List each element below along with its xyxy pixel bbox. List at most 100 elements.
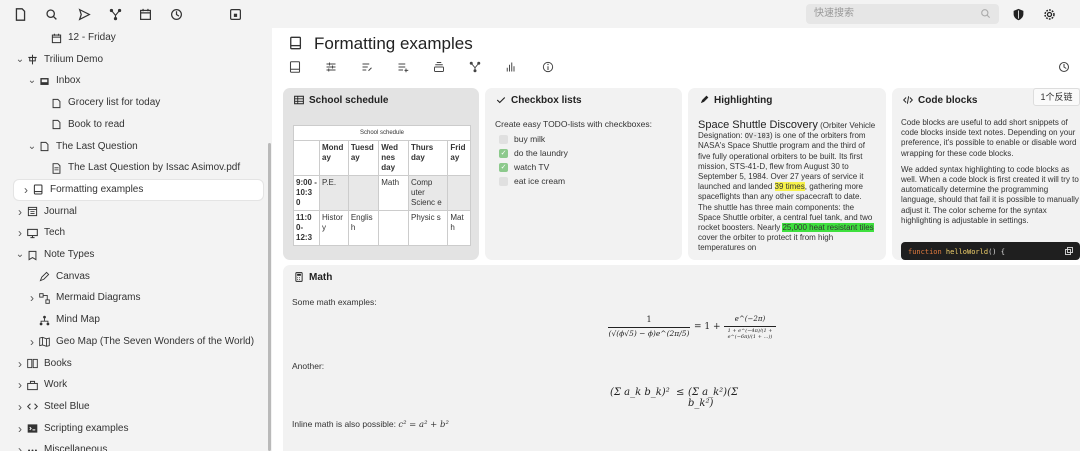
sidebar-item[interactable]: › Miscellaneous: [14, 440, 107, 451]
table-caption: School schedule: [293, 125, 471, 140]
formula-numerator: 1: [646, 315, 652, 324]
sidebar-item[interactable]: ⌄ Trilium Demo: [14, 50, 103, 70]
chevron-right-icon[interactable]: ›: [14, 397, 26, 417]
pen-icon: [38, 271, 50, 283]
code-blocks-card[interactable]: Code blocks Code blocks are useful to ad…: [892, 88, 1080, 260]
promoted-icon[interactable]: [396, 60, 410, 74]
todo-label: watch TV: [514, 162, 550, 172]
sidebar-item[interactable]: › Steel Blue: [14, 397, 90, 417]
sidebar-item[interactable]: ⌄ Note Types: [14, 245, 95, 265]
checkbox-unchecked[interactable]: [499, 134, 508, 144]
code-icon: [26, 401, 38, 413]
note-info-icon[interactable]: [288, 60, 302, 74]
search-input[interactable]: 快速搜索: [806, 4, 999, 24]
sidebar-item[interactable]: Canvas: [26, 267, 90, 287]
calendar-icon[interactable]: [137, 6, 153, 22]
note-title[interactable]: Formatting examples: [314, 34, 473, 54]
chevron-down-icon[interactable]: ⌄: [26, 71, 38, 91]
search-placeholder: 快速搜索: [814, 8, 854, 19]
table-cell: Histor y: [319, 210, 349, 246]
todo-item[interactable]: ✓ watch TV: [499, 162, 549, 172]
table-header-cell: [293, 140, 320, 176]
sidebar-item[interactable]: › Geo Map (The Seven Wonders of the World…: [26, 332, 254, 352]
owned-icon[interactable]: [432, 60, 446, 74]
link-map-icon[interactable]: [468, 60, 482, 74]
history-icon[interactable]: [168, 6, 184, 22]
sidebar-item[interactable]: ⌄ The Last Question: [26, 137, 138, 157]
copy-icon[interactable]: [1065, 247, 1073, 255]
checkbox-lists-card[interactable]: Checkbox lists Create easy TODO-lists wi…: [485, 88, 682, 260]
calendar-add-icon[interactable]: [227, 6, 243, 22]
sidebar-item[interactable]: › Tech: [14, 223, 65, 243]
properties-icon[interactable]: [324, 60, 338, 74]
network-icon[interactable]: [107, 6, 123, 22]
map-icon: [38, 336, 50, 348]
todo-item[interactable]: buy milk: [499, 134, 545, 144]
inline-math-line: Inline math is also possible: c² = a² + …: [292, 419, 449, 430]
edit-icon[interactable]: [360, 60, 374, 74]
chevron-right-icon[interactable]: ›: [14, 202, 26, 222]
sidebar-item-label: Canvas: [56, 270, 90, 282]
todo-item[interactable]: eat ice cream: [499, 176, 565, 186]
chevron-right-icon[interactable]: ›: [14, 440, 26, 451]
chevron-right-icon[interactable]: ›: [14, 354, 26, 374]
sidebar-item[interactable]: Mind Map: [26, 310, 100, 330]
formula-continued-fraction: 1 (√(ϕ√5) − ϕ)e^(2π/5) = 1 + e^(−2π) 1 +…: [608, 315, 778, 349]
chevron-right-icon[interactable]: ›: [14, 419, 26, 439]
calendar-icon: [50, 32, 62, 44]
highlighting-card[interactable]: Highlighting Space Shuttle Discovery (Or…: [688, 88, 886, 260]
stats-icon[interactable]: [504, 60, 518, 74]
chevron-right-icon[interactable]: ›: [26, 288, 38, 308]
sidebar-item[interactable]: › Formatting examples: [14, 179, 263, 200]
checkbox-checked[interactable]: ✓: [499, 148, 508, 158]
sidebar-item-label: Geo Map (The Seven Wonders of the World): [56, 335, 255, 347]
sidebar-item[interactable]: Grocery list for today: [38, 93, 160, 113]
math-card[interactable]: Math Some math examples: 1 (√(ϕ√5) − ϕ)e…: [283, 265, 1080, 451]
code-snippet[interactable]: function helloWorld() {: [901, 242, 1080, 260]
formula-rhs-numerator: e^(−2π): [734, 315, 766, 323]
table-header-cell: Tuesd ay: [347, 140, 380, 176]
info-icon[interactable]: [541, 60, 555, 74]
send-icon[interactable]: [76, 6, 92, 22]
backlinks-badge[interactable]: 1个反链: [1033, 88, 1080, 106]
highlight-green: 25,000 heat resistant tiles: [782, 223, 874, 233]
schedule-table: School schedule Mond ay Tuesd ay Wed nes…: [293, 125, 471, 246]
chevron-right-icon[interactable]: ›: [14, 223, 26, 243]
chevron-down-icon[interactable]: ⌄: [14, 50, 26, 70]
top-toolbar: 快速搜索: [0, 0, 1080, 28]
books-icon: [26, 358, 38, 370]
shield-icon[interactable]: [1010, 6, 1026, 22]
highlight-yellow: 39 times: [774, 182, 805, 192]
sidebar-item-label: Trilium Demo: [44, 53, 104, 65]
search-icon[interactable]: [43, 6, 59, 22]
chevron-down-icon[interactable]: ⌄: [26, 137, 38, 157]
sidebar-item[interactable]: › Scripting examples: [14, 419, 128, 439]
sidebar-item[interactable]: › Books: [14, 354, 72, 374]
sidebar-item[interactable]: 12 - Friday: [38, 28, 116, 48]
gear-icon[interactable]: [1041, 6, 1057, 22]
card-title-text: Math: [309, 272, 333, 283]
chevron-right-icon[interactable]: ›: [26, 332, 38, 352]
history-icon[interactable]: [1057, 60, 1071, 74]
school-schedule-card[interactable]: School schedule School schedule Mond ay …: [283, 88, 479, 260]
sidebar-scrollbar[interactable]: [268, 143, 271, 451]
book-icon: [290, 36, 302, 50]
checkbox-unchecked[interactable]: [499, 176, 508, 186]
sidebar-item[interactable]: ⌄ Inbox: [26, 71, 81, 91]
sidebar-item[interactable]: The Last Question by Issac Asimov.pdf: [38, 158, 240, 178]
chevron-down-icon[interactable]: ⌄: [14, 245, 26, 265]
sidebar-item[interactable]: › Journal: [14, 202, 77, 222]
new-note-icon[interactable]: [12, 6, 28, 22]
chevron-right-icon[interactable]: ›: [20, 180, 32, 200]
table-icon: [294, 95, 305, 106]
sidebar-item[interactable]: Book to read: [38, 115, 125, 135]
sidebar-item[interactable]: › Mermaid Diagrams: [26, 288, 140, 308]
sidebar-item-label: Book to read: [68, 118, 125, 130]
table-cell: Comp uter Scienc e: [407, 175, 449, 211]
todo-label: do the laundry: [514, 148, 568, 158]
chevron-right-icon[interactable]: ›: [14, 375, 26, 395]
checkbox-checked[interactable]: ✓: [499, 162, 508, 172]
todo-item[interactable]: ✓ do the laundry: [499, 148, 568, 158]
math-another: Another:: [292, 361, 325, 371]
sidebar-item[interactable]: › Work: [14, 375, 67, 395]
